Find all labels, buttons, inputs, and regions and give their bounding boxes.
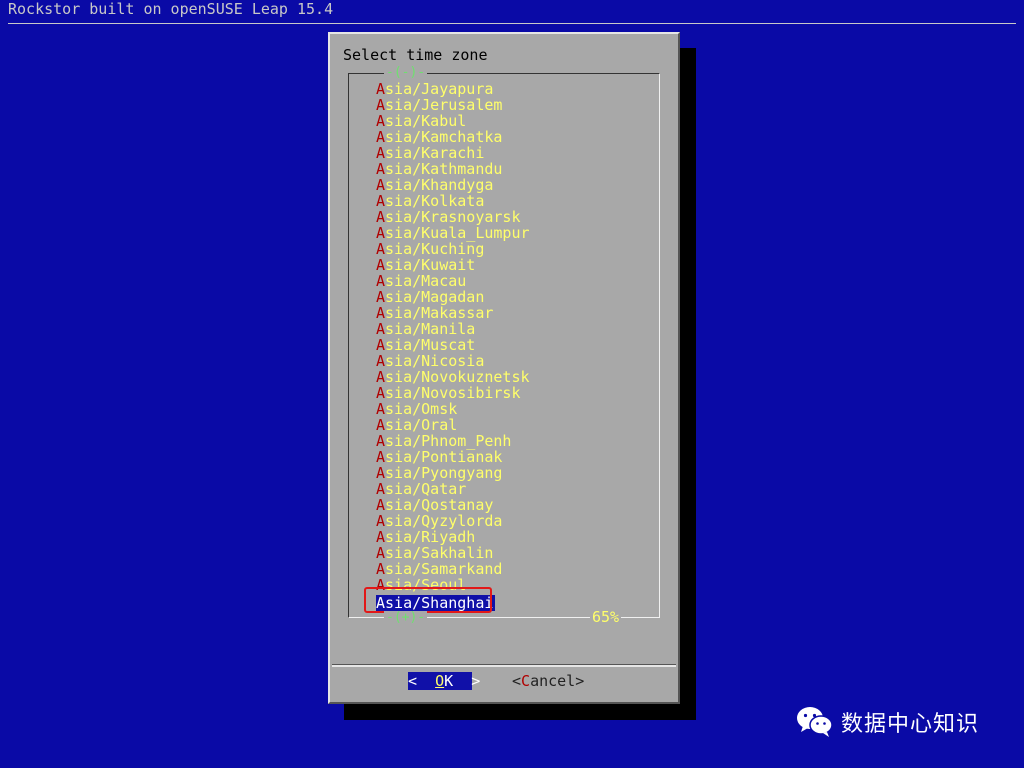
timezone-list[interactable]: Asia/Jayapura Asia/Jerusalem Asia/Kabul Asi… <box>376 81 646 611</box>
backtitle-divider <box>8 23 1016 24</box>
timezone-item[interactable]: Asia/Qatar <box>376 481 646 497</box>
ok-button[interactable]: < OK > <box>408 672 480 690</box>
wechat-icon <box>797 707 833 737</box>
installer-screen: Rockstor built on openSUSE Leap 15.4 Sel… <box>0 0 1024 768</box>
backtitle: Rockstor built on openSUSE Leap 15.4 <box>8 0 334 18</box>
watermark-text: 数据中心知识 <box>841 712 980 737</box>
timezone-item[interactable]: Asia/Novosibirsk <box>376 385 646 401</box>
timezone-item[interactable]: Asia/Sakhalin <box>376 545 646 561</box>
timezone-item[interactable]: Asia/Riyadh <box>376 529 646 545</box>
timezone-item[interactable]: Asia/Phnom_Penh <box>376 433 646 449</box>
timezone-item[interactable]: Asia/Manila <box>376 321 646 337</box>
timezone-item[interactable]: Asia/Kathmandu <box>376 161 646 177</box>
timezone-item[interactable]: Asia/Jayapura <box>376 81 646 97</box>
timezone-item[interactable]: Asia/Krasnoyarsk <box>376 209 646 225</box>
timezone-item[interactable]: Asia/Qyzylorda <box>376 513 646 529</box>
timezone-item[interactable]: Asia/Kolkata <box>376 193 646 209</box>
scroll-percent: 65% <box>590 608 622 626</box>
timezone-item[interactable]: Asia/Novokuznetsk <box>376 369 646 385</box>
timezone-item[interactable]: Asia/Kuwait <box>376 257 646 273</box>
timezone-item[interactable]: Asia/Magadan <box>376 289 646 305</box>
timezone-item[interactable]: Asia/Kuching <box>376 241 646 257</box>
timezone-item[interactable]: Asia/Muscat <box>376 337 646 353</box>
timezone-item[interactable]: Asia/Omsk <box>376 401 646 417</box>
timezone-item[interactable]: Asia/Karachi <box>376 145 646 161</box>
timezone-item[interactable]: Asia/Pyongyang <box>376 465 646 481</box>
timezone-dialog: Select time zone -(-)- Asia/Jayapura Asia… <box>328 32 680 704</box>
timezone-item[interactable]: Asia/Macau <box>376 273 646 289</box>
timezone-item[interactable]: Asia/Kabul <box>376 113 646 129</box>
scroll-up-indicator[interactable]: -(-)- <box>384 66 428 80</box>
timezone-item[interactable]: Asia/Qostanay <box>376 497 646 513</box>
timezone-item[interactable]: Asia/Oral <box>376 417 646 433</box>
button-divider <box>332 664 676 667</box>
timezone-item[interactable]: Asia/Jerusalem <box>376 97 646 113</box>
selection-callout-box <box>364 587 492 613</box>
timezone-item[interactable]: Asia/Kuala_Lumpur <box>376 225 646 241</box>
dialog-title: Select time zone <box>343 46 488 64</box>
timezone-item[interactable]: Asia/Kamchatka <box>376 129 646 145</box>
cancel-button[interactable]: <Cancel> <box>512 672 584 690</box>
scroll-down-indicator[interactable]: -(+)- <box>384 611 428 625</box>
timezone-item[interactable]: Asia/Makassar <box>376 305 646 321</box>
timezone-item[interactable]: Asia/Khandyga <box>376 177 646 193</box>
timezone-item[interactable]: Asia/Pontianak <box>376 449 646 465</box>
timezone-item[interactable]: Asia/Nicosia <box>376 353 646 369</box>
timezone-item[interactable]: Asia/Samarkand <box>376 561 646 577</box>
watermark: 数据中心知识 <box>795 702 979 742</box>
